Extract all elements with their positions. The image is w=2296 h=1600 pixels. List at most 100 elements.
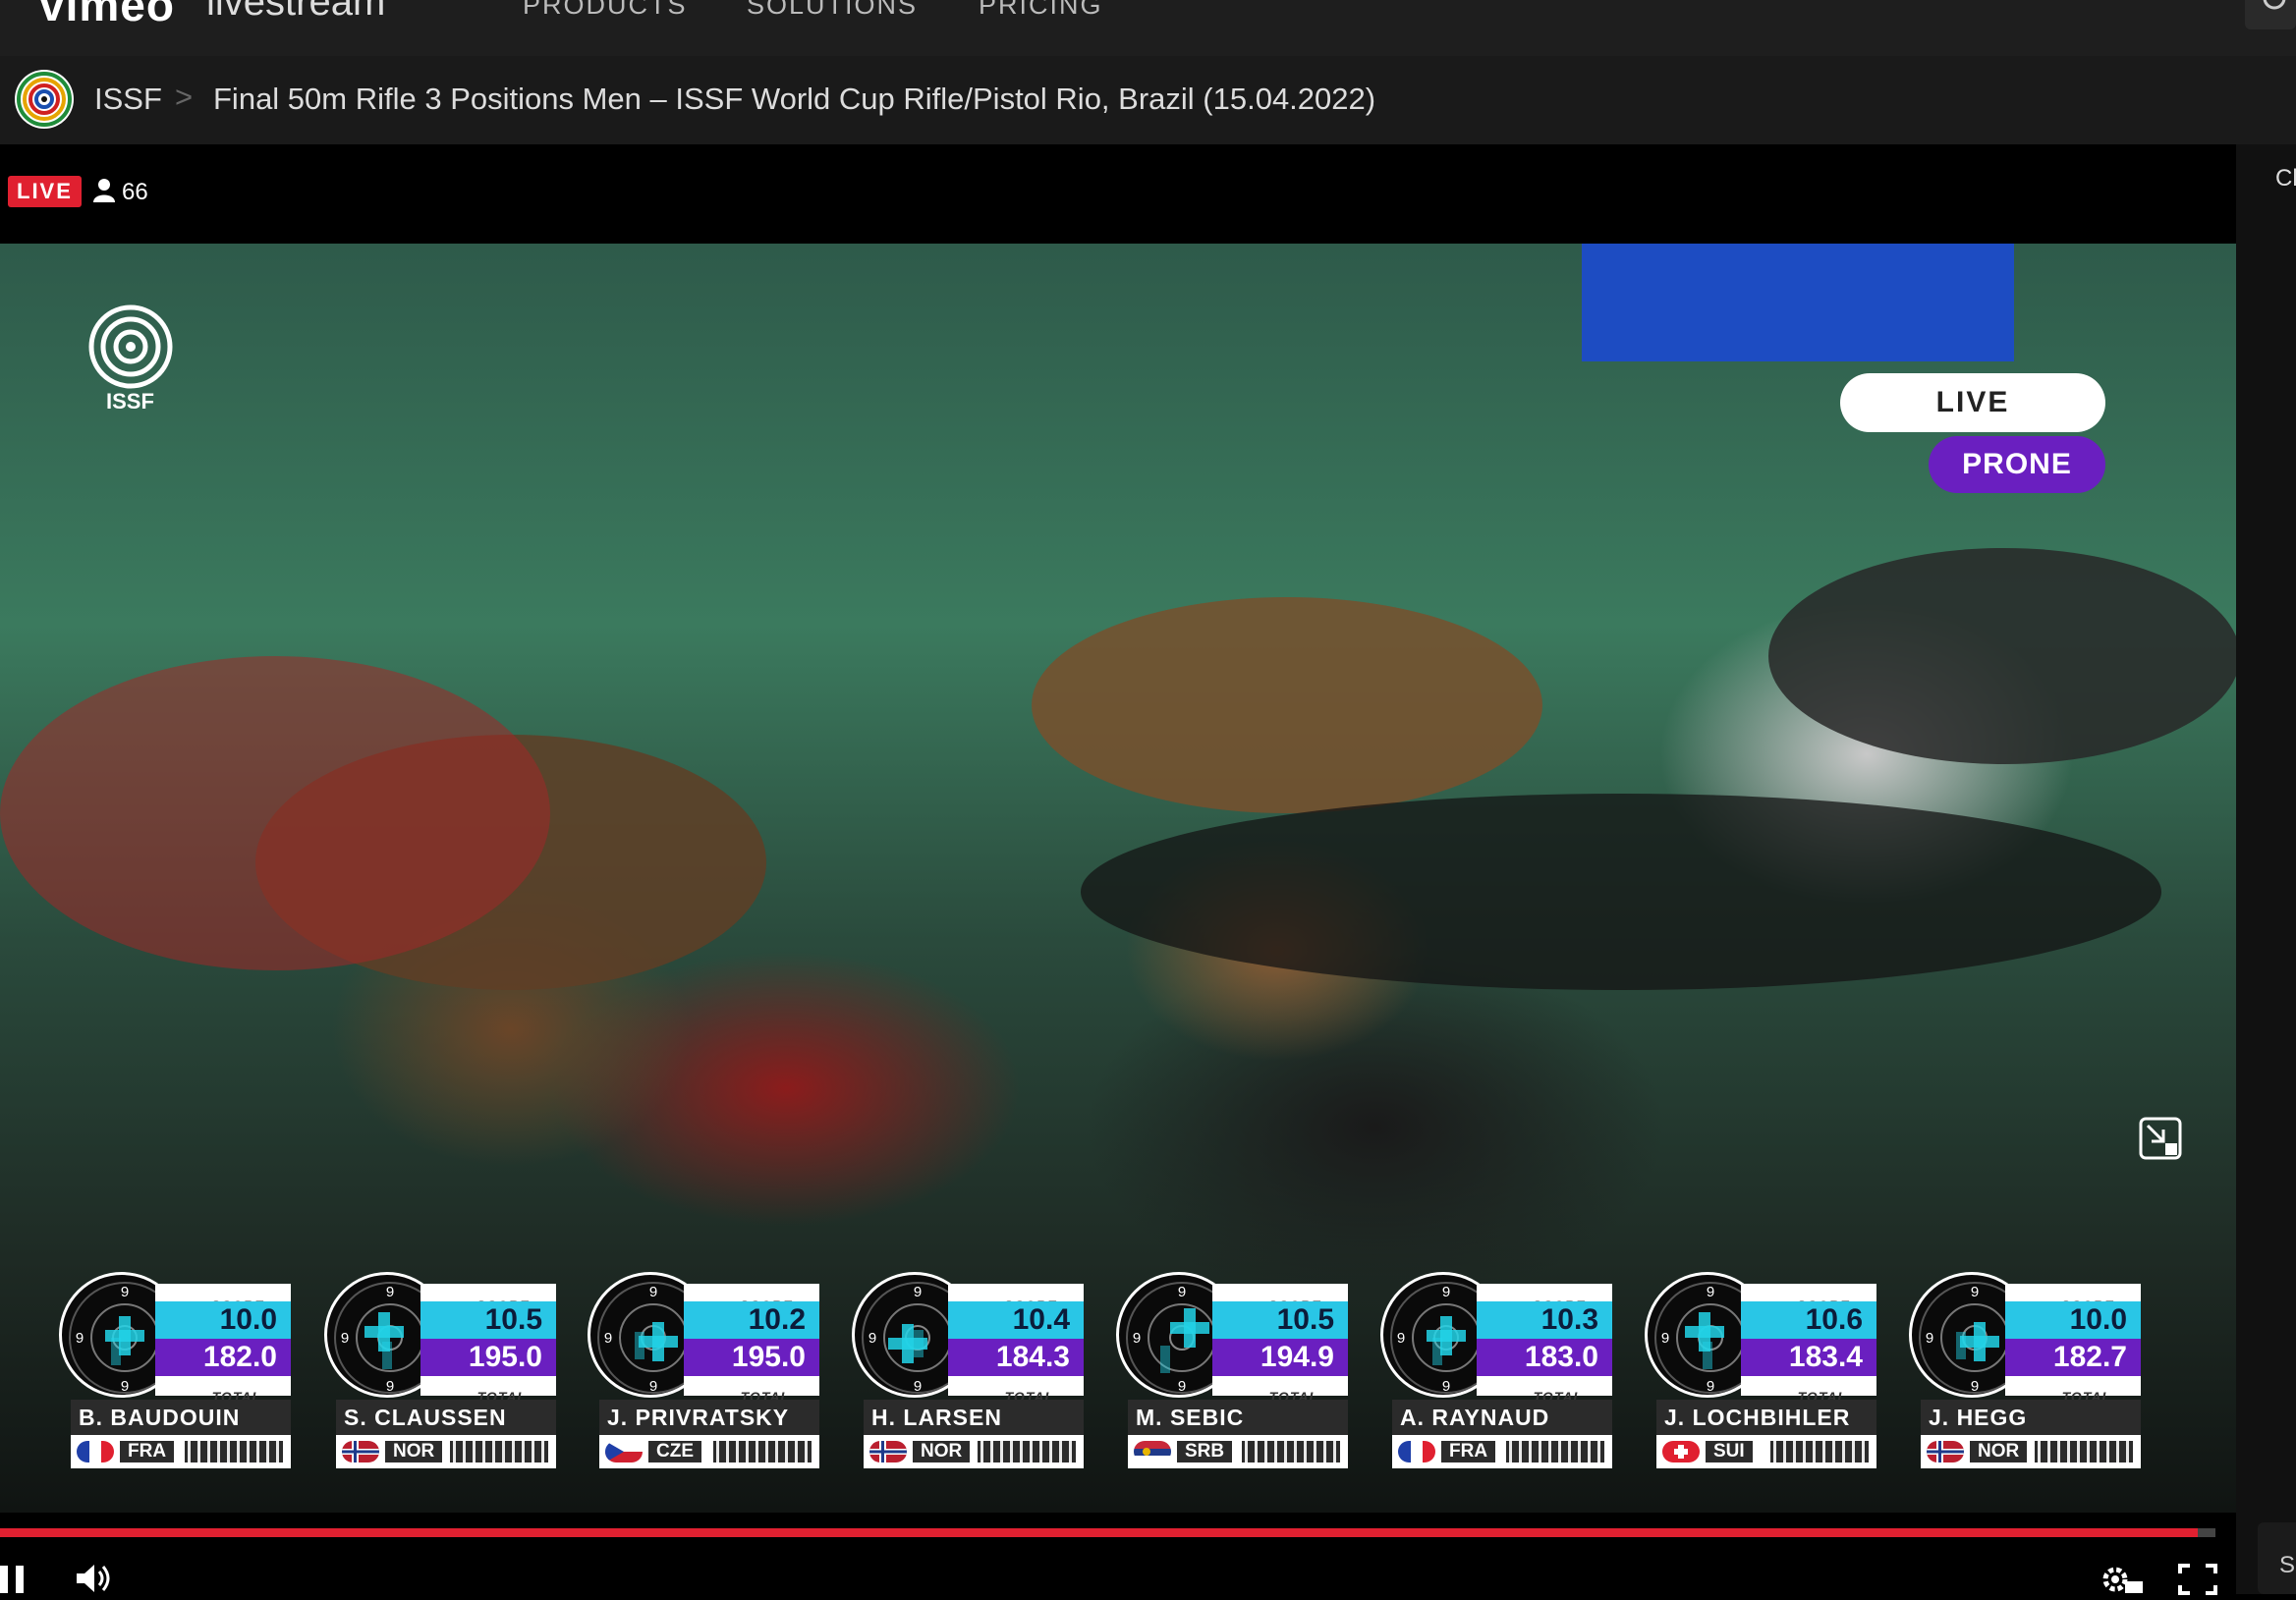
breadcrumb-channel[interactable]: ISSF: [94, 82, 162, 117]
ring-label: 9: [341, 1330, 349, 1347]
shot-score: 10.0: [2005, 1301, 2141, 1339]
shot-series: [185, 1441, 283, 1462]
video-frame[interactable]: ISSF LIVE PRONE 9999SCORE10.0182.0TOTALB…: [0, 244, 2236, 1513]
country-code: SUI: [1706, 1441, 1753, 1462]
minimize-icon[interactable]: [2138, 1116, 2183, 1161]
athlete-card: 9999SCORE10.5194.9TOTALM. SEBICSRB: [1116, 1272, 1348, 1468]
chat-panel: [2236, 144, 2296, 1594]
shot-series: [978, 1441, 1076, 1462]
total-score: 194.9: [1212, 1339, 1348, 1376]
top-navigation: vimeo livestream PRODUCTS SOLUTIONS PRIC…: [0, 0, 2296, 56]
total-score: 182.0: [155, 1339, 291, 1376]
shot-series: [713, 1441, 812, 1462]
shot-score: 10.5: [1212, 1301, 1348, 1339]
shot-score: 10.0: [155, 1301, 291, 1339]
nav-products[interactable]: PRODUCTS: [523, 0, 688, 21]
ring-label: 9: [1971, 1284, 1979, 1300]
ring-label: 9: [121, 1284, 129, 1300]
athlete-country-row: CZE: [599, 1435, 819, 1468]
background-banner: [1582, 244, 2014, 361]
athlete-card: 9999SCORE10.0182.0TOTALB. BAUDOUINFRA: [59, 1272, 291, 1468]
vimeo-logo[interactable]: vimeo: [39, 0, 175, 31]
athlete-hair: [1032, 597, 1542, 813]
total-score: 195.0: [420, 1339, 556, 1376]
shot-score: 10.5: [420, 1301, 556, 1339]
athlete-country-row: NOR: [864, 1435, 1084, 1468]
total-score: 195.0: [684, 1339, 819, 1376]
flag-icon: [1927, 1441, 1964, 1462]
ring-label: 9: [1133, 1330, 1141, 1347]
flag-icon: [1134, 1441, 1171, 1462]
ring-label: 9: [76, 1330, 84, 1347]
shot-score: 10.3: [1477, 1301, 1612, 1339]
athlete-cap: [1768, 548, 2236, 764]
ring-label: 9: [1442, 1284, 1450, 1300]
search-icon[interactable]: [2245, 0, 2296, 29]
athlete-name: S. CLAUSSEN: [336, 1400, 556, 1435]
shot-series: [1242, 1441, 1340, 1462]
overlay-stage-pill: PRONE: [1929, 436, 2105, 493]
user-icon: [93, 179, 115, 202]
chat-tab[interactable]: Cl: [2275, 165, 2296, 193]
athlete-card: 9999SCORE10.5195.0TOTALS. CLAUSSENNOR: [324, 1272, 556, 1468]
total-score: 182.7: [2005, 1339, 2141, 1376]
rifle: [1081, 794, 2161, 990]
shot-series: [450, 1441, 548, 1462]
issf-logo-text: ISSF: [106, 389, 154, 414]
athlete-name: J. HEGG: [1921, 1400, 2141, 1435]
ring-label: 9: [1397, 1330, 1405, 1347]
athlete-jacket: [0, 656, 550, 970]
ring-label: 9: [649, 1284, 657, 1300]
athlete-card: 9999SCORE10.0182.7TOTALJ. HEGGNOR: [1909, 1272, 2141, 1468]
livestream-logo[interactable]: livestream: [206, 0, 385, 25]
nav-pricing[interactable]: PRICING: [979, 0, 1103, 21]
channel-avatar[interactable]: [15, 70, 74, 129]
flag-icon: [605, 1441, 643, 1462]
athlete-card: 9999SCORE10.4184.3TOTALH. LARSENNOR: [852, 1272, 1084, 1468]
athlete-name: B. BAUDOUIN: [71, 1400, 291, 1435]
athlete-name: M. SEBIC: [1128, 1400, 1348, 1435]
country-code: NOR: [1970, 1441, 2028, 1462]
athlete-card: 9999SCORE10.2195.0TOTALJ. PRIVRATSKYCZE: [588, 1272, 819, 1468]
total-score: 184.3: [948, 1339, 1084, 1376]
athlete-country-row: FRA: [71, 1435, 291, 1468]
athlete-name: J. PRIVRATSKY: [599, 1400, 819, 1435]
shot-score: 10.2: [684, 1301, 819, 1339]
ring-label: 9: [386, 1284, 394, 1300]
ring-label: 9: [1707, 1284, 1714, 1300]
nav-solutions[interactable]: SOLUTIONS: [747, 0, 918, 21]
pause-icon[interactable]: [0, 1562, 29, 1595]
athlete-name: H. LARSEN: [864, 1400, 1084, 1435]
athlete-card: 9999SCORE10.3183.0TOTALA. RAYNAUDFRA: [1380, 1272, 1612, 1468]
flag-icon: [1398, 1441, 1435, 1462]
breadcrumb: ISSF > Final 50m Rifle 3 Positions Men –…: [0, 56, 2296, 144]
athlete-country-row: FRA: [1392, 1435, 1612, 1468]
chat-input-placeholder: S: [2279, 1552, 2296, 1578]
country-code: CZE: [648, 1441, 701, 1462]
ring-label: 9: [868, 1330, 876, 1347]
overlay-live-pill: LIVE: [1840, 373, 2105, 432]
live-badge: LIVE: [8, 176, 82, 207]
total-score: 183.4: [1741, 1339, 1876, 1376]
total-score: 183.0: [1477, 1339, 1612, 1376]
ring-label: 9: [1178, 1284, 1186, 1300]
flag-icon: [1662, 1441, 1700, 1462]
country-code: FRA: [120, 1441, 175, 1462]
athlete-name: A. RAYNAUD: [1392, 1400, 1612, 1435]
ring-label: 9: [604, 1330, 612, 1347]
fullscreen-icon[interactable]: [2178, 1562, 2217, 1595]
viewer-count: 66: [122, 179, 148, 205]
athlete-country-row: NOR: [1921, 1435, 2141, 1468]
flag-icon: [77, 1441, 114, 1462]
ring-label: 9: [914, 1284, 922, 1300]
progress-fill: [0, 1528, 2198, 1537]
athlete-country-row: SUI: [1656, 1435, 1876, 1468]
shot-series: [2035, 1441, 2133, 1462]
athlete-country-row: SRB: [1128, 1435, 1348, 1468]
shot-score: 10.6: [1741, 1301, 1876, 1339]
progress-bar[interactable]: [0, 1528, 2215, 1537]
flag-icon: [869, 1441, 907, 1462]
settings-hd-icon[interactable]: [2100, 1562, 2143, 1595]
country-code: NOR: [385, 1441, 443, 1462]
volume-icon[interactable]: [75, 1562, 114, 1595]
